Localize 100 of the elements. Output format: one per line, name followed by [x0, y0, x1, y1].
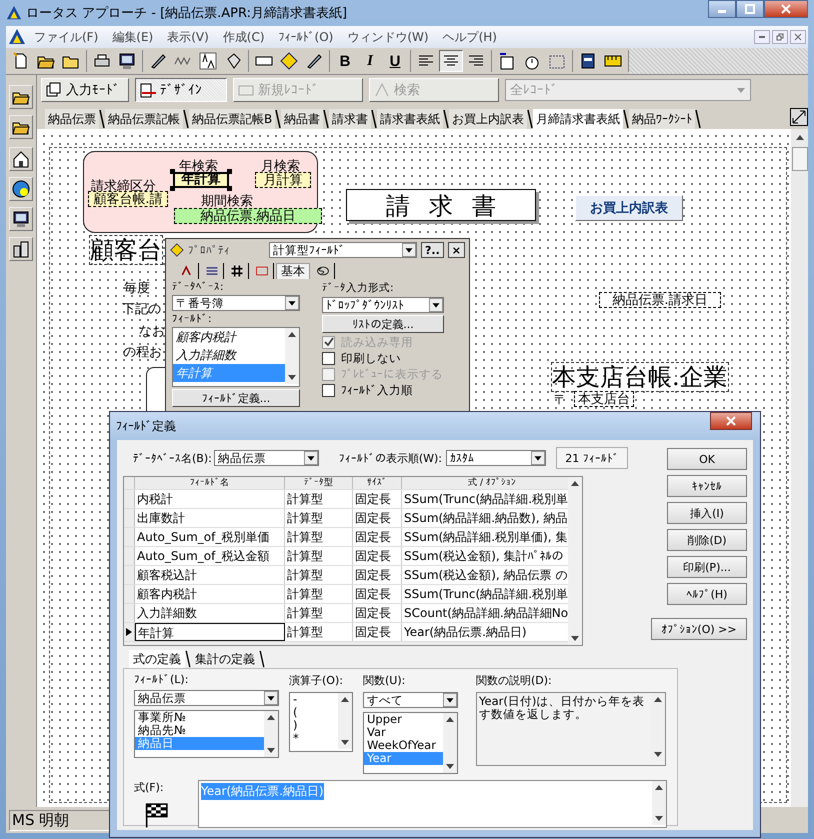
view-tab[interactable]: 請求書表紙	[377, 109, 444, 129]
checkbox-label: ﾌｨｰﾙﾄﾞ入力順	[341, 382, 413, 398]
operator-item[interactable]: )	[290, 719, 338, 732]
mode-button[interactable]: ﾃﾞｻﾞｲﾝ	[135, 78, 227, 102]
close-button[interactable]: ×	[448, 242, 465, 258]
close-button[interactable]	[710, 412, 752, 430]
menu-item[interactable]: ファイル(F)	[28, 28, 104, 46]
function-description: Year(日付)は、日付から年を表す数値を返します。	[478, 693, 646, 723]
define-field-button[interactable]: ﾌｨｰﾙﾄﾞ定義...	[172, 389, 300, 407]
scroll-down-icon	[445, 761, 455, 771]
monitor-icon	[118, 52, 136, 70]
menu-item[interactable]: 表示(V)	[161, 28, 215, 46]
scrollbar-thumb[interactable]	[792, 147, 808, 171]
menu-item[interactable]: 編集(E)	[106, 28, 160, 46]
field-list-item[interactable]: 入力詳細数	[173, 346, 285, 364]
property-tab[interactable]: 基本	[276, 263, 310, 279]
function-list-item[interactable]: Upper	[364, 713, 443, 726]
database-dropdown[interactable]: 納品伝票	[134, 690, 279, 706]
selection-handle[interactable]	[227, 186, 232, 191]
help-button[interactable]: ?..	[421, 242, 444, 258]
scrollbar[interactable]	[285, 328, 299, 384]
function-label: 関数(U):	[363, 673, 406, 688]
dialog-button[interactable]: 挿入(I)	[667, 502, 747, 524]
operator-item[interactable]: -	[290, 693, 338, 706]
table-cell: 固定長	[353, 566, 402, 584]
toolbar-button[interactable]	[9, 207, 33, 231]
view-tab[interactable]: 納品ﾜｰｸｼｰﾄ	[629, 109, 696, 129]
view-tab[interactable]: 月締請求書表紙	[533, 109, 624, 129]
menu-item[interactable]: ﾌｨｰﾙﾄﾞ(O)	[272, 30, 340, 44]
table-cell: 固定長	[353, 528, 402, 546]
field-list-item[interactable]: 納品先№	[135, 724, 264, 737]
object-type-dropdown[interactable]: 計算型ﾌｨｰﾙﾄﾞ	[268, 242, 418, 258]
operator-item[interactable]: (	[290, 706, 338, 719]
align-button[interactable]	[439, 50, 463, 72]
checkbox[interactable]	[322, 352, 335, 364]
function-filter-dropdown[interactable]: すべて	[363, 692, 458, 708]
home-icon	[12, 150, 30, 168]
mode-button[interactable]: 入力ﾓｰﾄﾞ	[41, 78, 129, 102]
form-button[interactable]: お買上内訳表	[575, 195, 683, 221]
view-tab[interactable]: 納品伝票	[45, 109, 99, 129]
selection-handle[interactable]	[227, 169, 232, 174]
form-heading: 請求書	[346, 189, 536, 221]
input-format-dropdown[interactable]: ﾄﾞﾛｯﾌﾟﾀﾞｳﾝﾘｽﾄ	[322, 297, 444, 313]
display-order-dropdown[interactable]: ｶｽﾀﾑ	[446, 450, 546, 466]
menu-item[interactable]: ウィンドウ(W)	[341, 28, 435, 46]
minimize-icon	[758, 36, 766, 38]
view-tab[interactable]: 納品書	[281, 109, 324, 129]
view-tab[interactable]: お買上内訳表	[449, 109, 528, 129]
table-cell: Auto_Sum_of_税込金額	[135, 547, 285, 565]
close-button[interactable]	[790, 30, 806, 44]
toolbar-button[interactable]	[9, 177, 33, 201]
scrollbar[interactable]	[264, 711, 278, 757]
scrollbar[interactable]	[568, 477, 582, 645]
view-tab[interactable]: 納品伝票記帳	[105, 109, 183, 129]
toolbar-button[interactable]	[9, 85, 33, 109]
field-list-item[interactable]: 顧客内税計	[173, 328, 285, 346]
minimize-button[interactable]	[754, 30, 770, 44]
dialog-button[interactable]: 印刷(P)...	[667, 556, 747, 578]
toolbar-button[interactable]	[9, 115, 33, 139]
scroll-up-icon	[445, 715, 455, 725]
restore-button[interactable]	[772, 30, 788, 44]
close-button[interactable]	[764, 0, 808, 18]
selection-handle[interactable]	[170, 169, 175, 174]
column-header[interactable]: ﾌｨｰﾙﾄﾞ名	[135, 477, 285, 489]
menu-item[interactable]: ヘルプ(H)	[436, 28, 503, 46]
field-list-item[interactable]: 事業所№	[135, 711, 264, 724]
column-header[interactable]: ﾃﾞｰﾀ型	[285, 477, 353, 489]
dialog-button[interactable]: 削除(D)	[667, 529, 747, 551]
table-cell: 計算型	[285, 490, 353, 508]
database-dropdown[interactable]: 納品伝票	[214, 450, 319, 466]
dialog-button[interactable]: ﾍﾙﾌﾟ(H)	[667, 583, 747, 605]
dialog-button[interactable]: ｷｬﾝｾﾙ	[667, 475, 747, 497]
operator-item[interactable]: *	[290, 732, 338, 745]
table-cell: 計算型	[285, 509, 353, 527]
scroll-up-icon	[653, 695, 663, 705]
column-header[interactable]: ｻｲｽﾞ	[353, 477, 402, 489]
maximize-button[interactable]	[736, 0, 764, 18]
minimize-button[interactable]	[708, 0, 736, 18]
view-tab[interactable]: 納品伝票記帳B	[189, 109, 276, 129]
function-list-item[interactable]: Var	[364, 726, 443, 739]
define-list-button[interactable]: ﾘｽﾄの定義...	[322, 315, 444, 333]
definition-tab[interactable]: 式の定義	[129, 650, 185, 668]
menu-item[interactable]: 作成(C)	[216, 28, 271, 46]
scrollbar[interactable]	[338, 693, 352, 749]
checkbox[interactable]	[322, 384, 335, 396]
resize-corner-icon[interactable]	[790, 108, 808, 126]
scrollbar[interactable]	[791, 129, 808, 807]
options-button[interactable]: ｵﾌﾟｼｮﾝ(O) >>	[651, 618, 747, 640]
function-list-item[interactable]: WeekOfYear	[364, 739, 443, 752]
form-label: 月検索	[261, 158, 300, 174]
selection-handle[interactable]	[170, 186, 175, 191]
toolbar-button[interactable]	[9, 147, 33, 171]
dialog-button[interactable]: OK	[667, 448, 747, 470]
form-label: 年検索	[179, 158, 218, 174]
toolbar-button[interactable]	[9, 237, 33, 261]
scrollbar[interactable]	[652, 781, 666, 825]
database-dropdown[interactable]: 〒番号簿	[172, 295, 300, 311]
frame-icon	[255, 264, 269, 278]
view-tab[interactable]: 請求書	[329, 109, 372, 129]
scrollbar[interactable]	[443, 713, 457, 773]
